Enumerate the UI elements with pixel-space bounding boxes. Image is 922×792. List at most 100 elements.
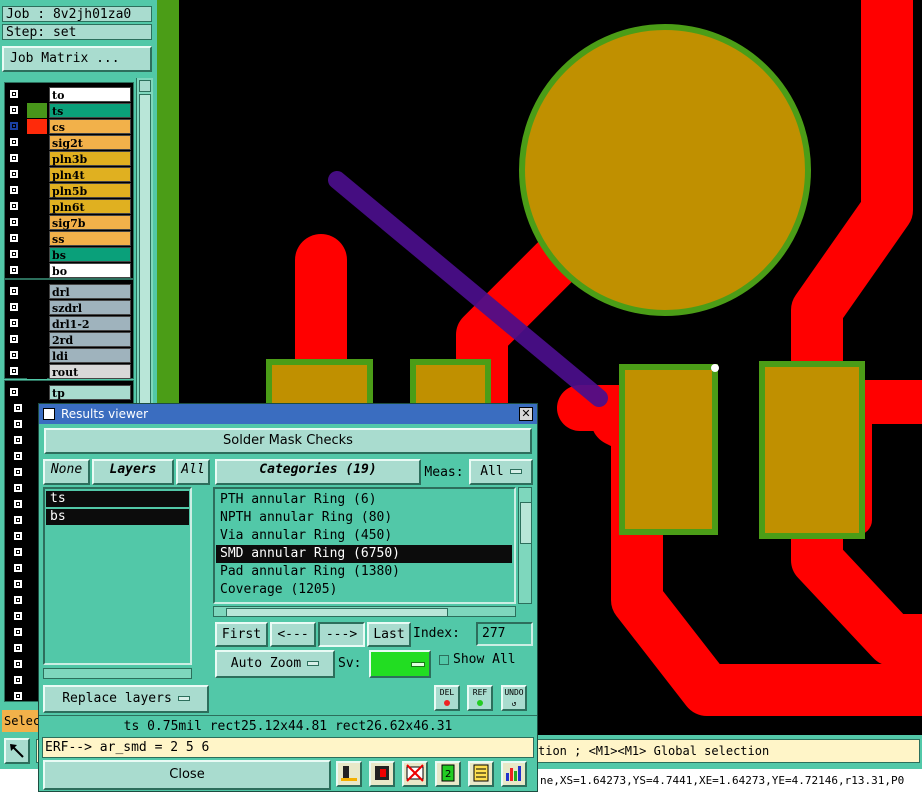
layer-checkbox[interactable] [13, 579, 23, 589]
layer-swatch[interactable] [27, 183, 47, 198]
window-menu-icon[interactable] [43, 408, 55, 420]
layer-name[interactable]: ldi [49, 348, 131, 363]
layer-name[interactable]: bs [49, 247, 131, 262]
layer-checkbox[interactable] [13, 531, 23, 541]
layer-name[interactable]: sig2t [49, 135, 131, 150]
category-item[interactable]: Via annular Ring (450) [216, 527, 515, 545]
scroll-thumb[interactable] [226, 608, 448, 617]
layer-name[interactable]: pln6t [49, 199, 131, 214]
index-input[interactable]: 277 [476, 622, 533, 646]
layer-list-item[interactable]: ts [46, 491, 189, 507]
all-button[interactable]: All [176, 459, 210, 485]
layer-checkbox[interactable] [13, 515, 23, 525]
layer-checkbox[interactable] [13, 547, 23, 557]
categories-vscrollbar[interactable] [518, 487, 532, 604]
layer-name[interactable]: pln3b [49, 151, 131, 166]
layer-swatch[interactable] [27, 300, 47, 315]
layer-checkbox[interactable] [9, 121, 19, 131]
layer-checkbox[interactable] [13, 403, 23, 413]
layers-hscrollbar[interactable] [43, 668, 192, 679]
layer-swatch[interactable] [27, 87, 47, 102]
histogram-icon[interactable] [501, 761, 527, 787]
layer-list-item[interactable]: bs [46, 509, 189, 525]
layer-checkbox[interactable] [13, 499, 23, 509]
layer-swatch[interactable] [27, 231, 47, 246]
layer-checkbox[interactable] [13, 483, 23, 493]
select-label[interactable]: Selec [2, 710, 42, 732]
sv-color-dropdown[interactable] [369, 650, 431, 678]
layer-swatch[interactable] [27, 199, 47, 214]
layer-swatch[interactable] [27, 119, 47, 134]
layer-checkbox[interactable] [9, 302, 19, 312]
job-matrix-button[interactable]: Job Matrix ... [2, 46, 152, 72]
layer-swatch[interactable] [27, 284, 47, 299]
results-viewer-titlebar[interactable]: Results viewer ✕ [39, 404, 537, 424]
layer-swatch[interactable] [27, 263, 47, 278]
layer-checkbox[interactable] [13, 611, 23, 621]
layer-checkbox[interactable] [9, 350, 19, 360]
layer-swatch[interactable] [27, 151, 47, 166]
layer-checkbox[interactable] [13, 451, 23, 461]
layer-swatch[interactable] [27, 103, 47, 118]
layer-name[interactable]: sig7b [49, 215, 131, 230]
highlight-icon[interactable] [369, 761, 395, 787]
layer-checkbox[interactable] [13, 435, 23, 445]
last-button[interactable]: Last [367, 622, 411, 647]
layer-checkbox[interactable] [9, 265, 19, 275]
category-item[interactable]: Coverage (1205) [216, 581, 515, 599]
erf-disabled-icon[interactable] [402, 761, 428, 787]
categories-button[interactable]: Categories (19) [215, 459, 421, 485]
categories-list[interactable]: PTH annular Ring (6) NPTH annular Ring (8… [213, 487, 516, 604]
layer-name[interactable]: 2rd [49, 332, 131, 347]
next-button[interactable]: ---> [318, 622, 365, 647]
layer-checkbox[interactable] [13, 675, 23, 685]
layer-swatch[interactable] [27, 385, 47, 400]
layer-checkbox[interactable] [9, 286, 19, 296]
layer-swatch[interactable] [27, 364, 47, 379]
layer-checkbox[interactable] [9, 169, 19, 179]
scroll-up-arrow-icon[interactable] [139, 80, 151, 92]
layer-checkbox[interactable] [9, 105, 19, 115]
reference-icon[interactable]: REF [467, 685, 493, 711]
layer-checkbox[interactable] [13, 419, 23, 429]
layer-checkbox[interactable] [9, 89, 19, 99]
layer-checkbox[interactable] [13, 467, 23, 477]
category-item[interactable]: PTH annular Ring (6) [216, 491, 515, 509]
layer-name[interactable]: pln4t [49, 167, 131, 182]
layer-name[interactable]: rout [49, 364, 131, 379]
undo-icon[interactable]: UNDO ↺ [501, 685, 527, 711]
layer-name[interactable]: drl1-2 [49, 316, 131, 331]
layer-swatch[interactable] [27, 215, 47, 230]
layer-name[interactable]: drl [49, 284, 131, 299]
layer-name[interactable]: cs [49, 119, 131, 134]
layer-checkbox[interactable] [13, 691, 23, 701]
layer-checkbox[interactable] [9, 334, 19, 344]
layer-name[interactable]: ts [49, 103, 131, 118]
layer-checkbox[interactable] [9, 387, 19, 397]
layer-checkbox[interactable] [9, 233, 19, 243]
layer-checkbox[interactable] [9, 153, 19, 163]
layer-swatch[interactable] [27, 167, 47, 182]
layer-checkbox[interactable] [13, 563, 23, 573]
layer-checkbox[interactable] [13, 659, 23, 669]
layer-swatch[interactable] [27, 332, 47, 347]
report-icon[interactable] [468, 761, 494, 787]
zoom-tool-icon[interactable] [4, 738, 30, 764]
layer-checkbox[interactable] [9, 366, 19, 376]
layers-list[interactable]: ts bs [43, 487, 192, 665]
layer-name[interactable]: bo [49, 263, 131, 278]
layer-swatch[interactable] [27, 247, 47, 262]
close-icon[interactable]: ✕ [519, 407, 533, 421]
layer-swatch[interactable] [27, 135, 47, 150]
layer-checkbox[interactable] [13, 595, 23, 605]
layer-checkbox[interactable] [13, 643, 23, 653]
delete-icon[interactable]: DEL [434, 685, 460, 711]
scroll-thumb[interactable] [520, 502, 532, 544]
replace-layers-dropdown[interactable]: Replace layers [43, 685, 209, 713]
layer-name[interactable]: tp [49, 385, 131, 400]
auto-zoom-dropdown[interactable]: Auto Zoom [215, 650, 335, 678]
step-icon[interactable]: 2 [435, 761, 461, 787]
category-item[interactable]: Pad annular Ring (1380) [216, 563, 515, 581]
layer-checkbox[interactable] [13, 627, 23, 637]
layer-checkbox[interactable] [9, 318, 19, 328]
